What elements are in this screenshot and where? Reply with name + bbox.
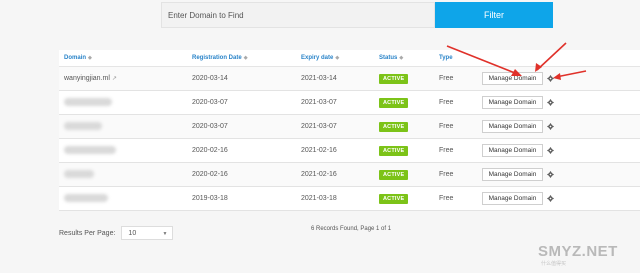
- expiry-date-cell: 2021-03-14: [301, 75, 337, 82]
- filter-button[interactable]: Filter: [435, 2, 553, 28]
- table-row: 2020-03-07 2021-03-07 ACTIVE Free Manage…: [59, 91, 640, 115]
- status-badge: ACTIVE: [379, 97, 409, 108]
- status-badge: ACTIVE: [379, 193, 409, 204]
- manage-cell: Manage Domain: [482, 192, 554, 205]
- table-header: Domain ◆ Registration Date ◆ Expiry date ◆ …: [59, 50, 640, 67]
- status-badge: ACTIVE: [379, 121, 409, 132]
- type-cell: Free: [439, 171, 454, 178]
- domain-cell-redacted: [64, 121, 102, 132]
- table-row: wanyingjian.ml ↗ 2020-03-14 2021-03-14 AC…: [59, 67, 640, 91]
- manage-domain-button[interactable]: Manage Domain: [482, 192, 543, 205]
- registration-date-cell: 2020-03-07: [192, 99, 228, 106]
- expiry-date-cell: 2021-02-16: [301, 171, 337, 178]
- gear-icon[interactable]: [547, 123, 554, 130]
- manage-domain-button[interactable]: Manage Domain: [482, 120, 543, 133]
- sort-icon: ◆: [243, 55, 248, 61]
- expiry-date-cell: 2021-02-16: [301, 147, 337, 154]
- domain-cell-redacted: [64, 169, 94, 180]
- redacted-domain: [64, 169, 94, 178]
- column-header-type[interactable]: Type: [439, 55, 453, 61]
- table-row: 2020-02-16 2021-02-16 ACTIVE Free Manage…: [59, 139, 640, 163]
- manage-domain-button[interactable]: Manage Domain: [482, 72, 543, 85]
- watermark: SMYZ.NET: [538, 243, 618, 260]
- results-per-page-select[interactable]: 10 ▼: [121, 226, 174, 240]
- expiry-date-cell: 2021-03-07: [301, 123, 337, 130]
- sort-icon: ◆: [399, 55, 404, 61]
- manage-domain-button[interactable]: Manage Domain: [482, 168, 543, 181]
- column-header-domain[interactable]: Domain ◆: [64, 55, 92, 61]
- registration-date-cell: 2020-02-16: [192, 147, 228, 154]
- type-cell: Free: [439, 147, 454, 154]
- sort-icon: ◆: [335, 55, 340, 61]
- status-badge: ACTIVE: [379, 145, 409, 156]
- type-cell: Free: [439, 99, 454, 106]
- column-header-registration-date[interactable]: Registration Date ◆: [192, 55, 248, 61]
- redacted-domain: [64, 145, 116, 154]
- manage-cell: Manage Domain: [482, 96, 554, 109]
- gear-icon[interactable]: [547, 75, 554, 82]
- domain-cell-redacted: [64, 97, 112, 108]
- domains-page: Filter Domain◆ Registration Date◆ Expiry…: [0, 0, 640, 273]
- status-badge: ACTIVE: [379, 73, 409, 84]
- expiry-date-cell: 2021-03-18: [301, 195, 337, 202]
- redacted-domain: [64, 193, 108, 202]
- manage-cell: Manage Domain: [482, 72, 554, 85]
- column-header-status[interactable]: Status ◆: [379, 55, 403, 61]
- type-cell: Free: [439, 75, 454, 82]
- records-summary: 6 Records Found, Page 1 of 1: [311, 226, 392, 232]
- table-row: 2020-02-16 2021-02-16 ACTIVE Free Manage…: [59, 163, 640, 187]
- registration-date-cell: 2019-03-18: [192, 195, 228, 202]
- registration-date-cell: 2020-03-07: [192, 123, 228, 130]
- results-per-page: Results Per Page: 10 ▼: [59, 226, 174, 240]
- watermark-subtitle: 什么值得买: [541, 261, 567, 267]
- domain-cell-redacted: [64, 193, 108, 204]
- redacted-domain: [64, 97, 112, 106]
- gear-icon[interactable]: [547, 147, 554, 154]
- column-header-expiry-date[interactable]: Expiry date ◆: [301, 55, 339, 61]
- results-per-page-label: Results Per Page:: [59, 229, 116, 237]
- type-cell: Free: [439, 123, 454, 130]
- domains-table: Domain ◆ Registration Date ◆ Expiry date ◆ …: [59, 50, 640, 211]
- gear-icon[interactable]: [547, 99, 554, 106]
- gear-icon[interactable]: [547, 195, 554, 202]
- manage-domain-button[interactable]: Manage Domain: [482, 96, 543, 109]
- external-link-icon[interactable]: ↗: [112, 75, 117, 82]
- gear-icon[interactable]: [547, 171, 554, 178]
- status-badge: ACTIVE: [379, 169, 409, 180]
- domain-cell: wanyingjian.ml ↗: [64, 75, 117, 82]
- domain-filter-bar: Filter: [161, 2, 553, 28]
- manage-cell: Manage Domain: [482, 120, 554, 133]
- manage-cell: Manage Domain: [482, 144, 554, 157]
- table-row: 2019-03-18 2021-03-18 ACTIVE Free Manage…: [59, 187, 640, 211]
- registration-date-cell: 2020-03-14: [192, 75, 228, 82]
- type-cell: Free: [439, 195, 454, 202]
- chevron-down-icon: ▼: [162, 231, 168, 237]
- registration-date-cell: 2020-02-16: [192, 171, 228, 178]
- domain-cell-redacted: [64, 145, 116, 156]
- manage-domain-button[interactable]: Manage Domain: [482, 144, 543, 157]
- manage-cell: Manage Domain: [482, 168, 554, 181]
- domain-search-input[interactable]: [161, 2, 435, 28]
- sort-icon: ◆: [88, 55, 92, 61]
- table-row: 2020-03-07 2021-03-07 ACTIVE Free Manage…: [59, 115, 640, 139]
- expiry-date-cell: 2021-03-07: [301, 99, 337, 106]
- redacted-domain: [64, 121, 102, 130]
